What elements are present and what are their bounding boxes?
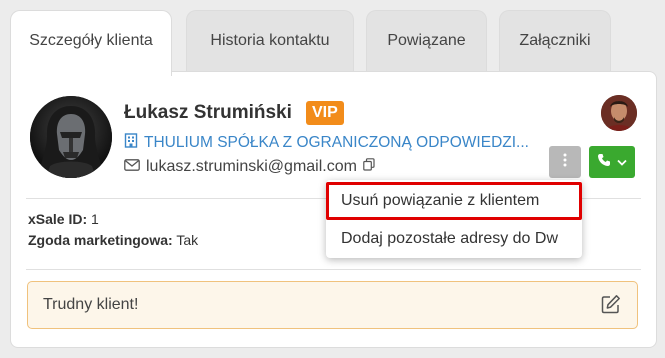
tab-label: Powiązane — [387, 32, 466, 49]
xsale-id-label: xSale ID: — [28, 211, 88, 227]
envelope-icon — [124, 158, 140, 176]
email-row: lukasz.struminski@gmail.com — [124, 158, 375, 176]
client-email[interactable]: lukasz.struminski@gmail.com — [146, 158, 357, 176]
agent-avatar[interactable] — [601, 95, 637, 131]
tab-client-details[interactable]: Szczegóły klienta — [10, 10, 172, 76]
marketing-consent-value: Tak — [176, 232, 199, 248]
tab-label: Szczegóły klienta — [29, 32, 153, 49]
chevron-down-icon — [617, 153, 627, 171]
xsale-id-row: xSale ID: 1 — [28, 211, 99, 227]
client-avatar — [30, 96, 112, 178]
tab-contact-history[interactable]: Historia kontaktu — [186, 10, 354, 72]
marketing-consent-label: Zgoda marketingowa: — [28, 232, 173, 248]
more-vertical-icon — [563, 153, 567, 172]
company-link[interactable]: THULIUM SPÓŁKA Z OGRANICZONĄ ODPOWIEDZI.… — [124, 133, 529, 153]
menu-item-label: Usuń powiązanie z klientem — [341, 192, 540, 209]
more-options-dropdown: Usuń powiązanie z klientem Dodaj pozosta… — [326, 180, 582, 258]
building-icon — [124, 133, 138, 153]
tab-related[interactable]: Powiązane — [366, 10, 487, 72]
copy-icon[interactable] — [363, 158, 375, 176]
menu-item-unlink-client[interactable]: Usuń powiązanie z klientem — [326, 182, 582, 220]
tab-label: Historia kontaktu — [210, 32, 330, 49]
marketing-consent-row: Zgoda marketingowa: Tak — [28, 232, 198, 248]
tab-label: Załączniki — [519, 32, 591, 49]
note-text: Trudny klient! — [43, 296, 139, 313]
tab-attachments[interactable]: Załączniki — [499, 10, 611, 72]
company-name: THULIUM SPÓŁKA Z OGRANICZONĄ ODPOWIEDZI.… — [144, 134, 529, 151]
phone-icon — [597, 153, 611, 172]
more-options-button[interactable] — [549, 146, 581, 178]
menu-item-add-cc-addresses[interactable]: Dodaj pozostałe adresy do Dw — [326, 220, 582, 258]
edit-icon[interactable] — [601, 294, 621, 319]
client-name: Łukasz Strumiński — [124, 102, 292, 123]
xsale-id-value: 1 — [91, 211, 99, 227]
menu-item-label: Dodaj pozostałe adresy do Dw — [341, 230, 559, 247]
vip-badge: VIP — [306, 101, 344, 125]
divider — [26, 269, 641, 270]
call-button[interactable] — [589, 146, 635, 178]
client-note: Trudny klient! — [27, 281, 638, 329]
